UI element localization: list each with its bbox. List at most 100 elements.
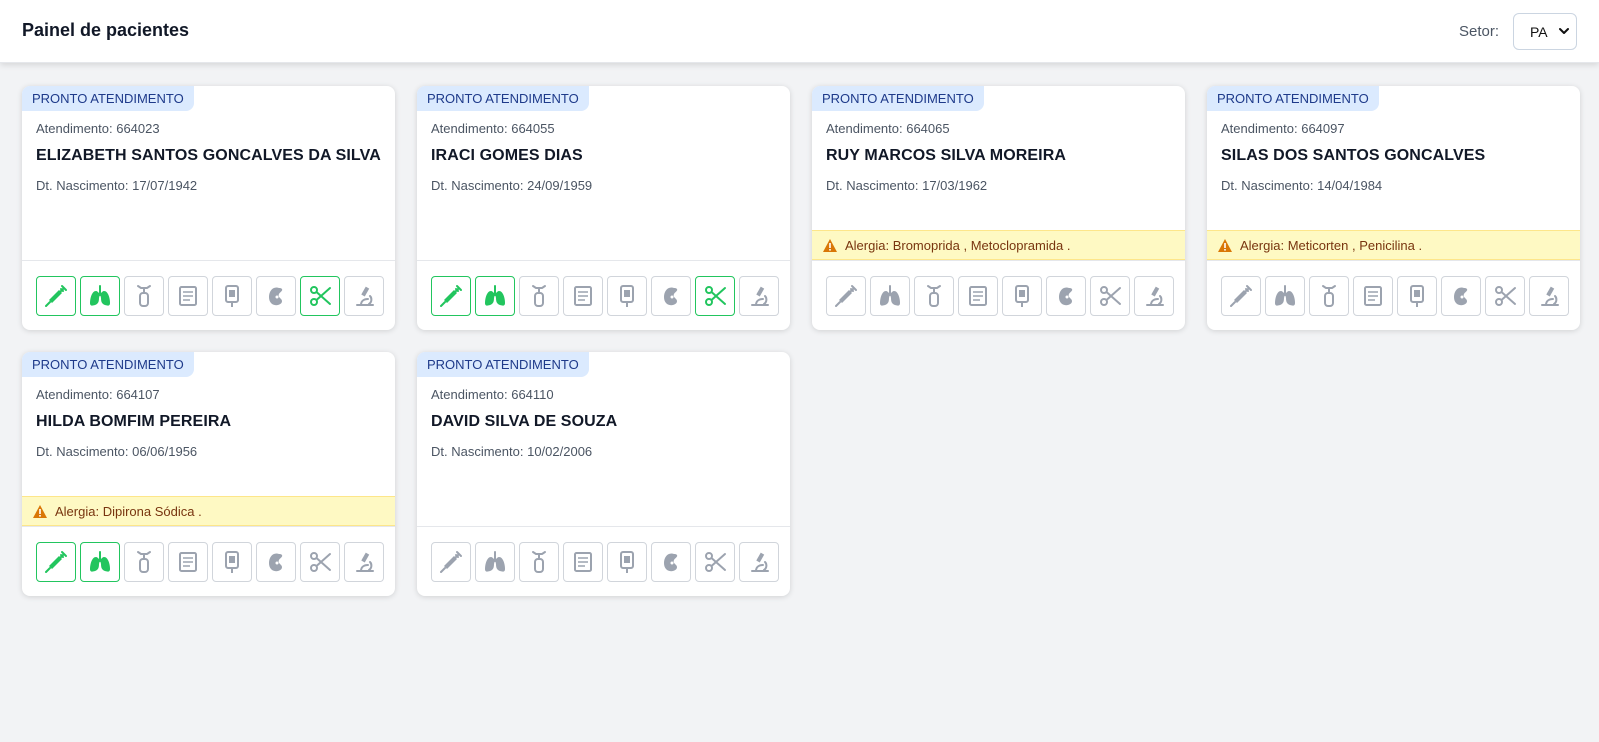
iv-bag-icon: [620, 285, 634, 307]
microscope-indicator[interactable]: [1529, 276, 1569, 316]
card-divider: [22, 526, 395, 527]
allergy-banner: Alergia: Dipirona Sódica .: [22, 496, 395, 526]
patient-name: ELIZABETH SANTOS GONCALVES DA SILVA: [36, 147, 381, 164]
sector-badge: PRONTO ATENDIMENTO: [22, 352, 194, 377]
microscope-indicator[interactable]: [739, 542, 779, 582]
oxygen-indicator[interactable]: [914, 276, 954, 316]
oxygen-indicator[interactable]: [519, 276, 559, 316]
syringe-indicator[interactable]: [431, 542, 471, 582]
lungs-indicator[interactable]: [80, 276, 120, 316]
iv-bag-indicator[interactable]: [212, 542, 252, 582]
kidney-indicator[interactable]: [651, 542, 691, 582]
patient-card[interactable]: PRONTO ATENDIMENTO Atendimento: 664065 RUY…: [812, 86, 1185, 330]
oxygen-indicator[interactable]: [1309, 276, 1349, 316]
kidney-indicator[interactable]: [1441, 276, 1481, 316]
iv-bag-indicator[interactable]: [212, 276, 252, 316]
syringe-indicator[interactable]: [826, 276, 866, 316]
oxygen-indicator[interactable]: [124, 276, 164, 316]
syringe-indicator[interactable]: [36, 542, 76, 582]
allergy-text: Alergia: Bromoprida , Metoclopramida .: [845, 237, 1071, 253]
syringe-icon: [1230, 285, 1252, 307]
kidney-icon: [1059, 287, 1073, 306]
scissors-indicator[interactable]: [300, 542, 340, 582]
lungs-indicator[interactable]: [870, 276, 910, 316]
document-icon: [179, 286, 197, 306]
scissors-icon: [1495, 286, 1516, 306]
kidney-icon: [269, 553, 283, 572]
document-icon: [179, 552, 197, 572]
scissors-icon: [705, 552, 726, 572]
attendance-number: Atendimento: 664110: [431, 387, 554, 402]
lungs-indicator[interactable]: [475, 542, 515, 582]
document-indicator[interactable]: [168, 276, 208, 316]
lungs-indicator[interactable]: [475, 276, 515, 316]
document-indicator[interactable]: [563, 542, 603, 582]
iv-bag-icon: [620, 551, 634, 573]
attendance-number: Atendimento: 664097: [1221, 121, 1345, 136]
microscope-indicator[interactable]: [739, 276, 779, 316]
lungs-indicator[interactable]: [1265, 276, 1305, 316]
birth-date: Dt. Nascimento: 24/09/1959: [431, 178, 593, 193]
patient-grid: PRONTO ATENDIMENTO Atendimento: 664023 ELI…: [22, 86, 1580, 596]
syringe-icon: [45, 551, 67, 573]
allergy-banner: Alergia: Meticorten , Penicilina .: [1207, 230, 1580, 260]
lungs-icon: [90, 551, 110, 572]
document-icon: [574, 286, 592, 306]
scissors-indicator[interactable]: [1090, 276, 1130, 316]
kidney-indicator[interactable]: [651, 276, 691, 316]
iv-bag-icon: [1410, 285, 1424, 307]
microscope-indicator[interactable]: [344, 542, 384, 582]
syringe-indicator[interactable]: [431, 276, 471, 316]
card-divider: [1207, 260, 1580, 261]
kidney-indicator[interactable]: [256, 276, 296, 316]
sector-label: Setor:: [1458, 23, 1499, 40]
patient-card[interactable]: PRONTO ATENDIMENTO Atendimento: 664023 ELI…: [22, 86, 395, 330]
iv-bag-indicator[interactable]: [1397, 276, 1437, 316]
oxygen-indicator[interactable]: [519, 542, 559, 582]
scissors-icon: [1100, 286, 1121, 306]
iv-bag-indicator[interactable]: [607, 542, 647, 582]
birth-date: Dt. Nascimento: 17/03/1962: [826, 178, 988, 193]
lungs-icon: [485, 285, 505, 306]
lungs-indicator[interactable]: [80, 542, 120, 582]
syringe-icon: [835, 285, 857, 307]
scissors-indicator[interactable]: [300, 276, 340, 316]
patient-name: SILAS DOS SANTOS GONCALVES: [1221, 147, 1486, 164]
scissors-indicator[interactable]: [695, 542, 735, 582]
document-indicator[interactable]: [1353, 276, 1393, 316]
oxygen-indicator[interactable]: [124, 542, 164, 582]
scissors-indicator[interactable]: [695, 276, 735, 316]
document-indicator[interactable]: [958, 276, 998, 316]
scissors-indicator[interactable]: [1485, 276, 1525, 316]
patient-card[interactable]: PRONTO ATENDIMENTO Atendimento: 664055 IRA…: [417, 86, 790, 330]
microscope-indicator[interactable]: [1134, 276, 1174, 316]
oxygen-icon: [532, 551, 546, 573]
sector-badge: PRONTO ATENDIMENTO: [417, 86, 589, 111]
attendance-number: Atendimento: 664023: [36, 121, 160, 136]
allergy-text: Alergia: Dipirona Sódica .: [55, 503, 202, 519]
kidney-indicator[interactable]: [256, 542, 296, 582]
syringe-indicator[interactable]: [36, 276, 76, 316]
patient-card[interactable]: PRONTO ATENDIMENTO Atendimento: 664097 SIL…: [1207, 86, 1580, 330]
kidney-indicator[interactable]: [1046, 276, 1086, 316]
card-divider: [417, 260, 790, 261]
document-indicator[interactable]: [168, 542, 208, 582]
iv-bag-indicator[interactable]: [607, 276, 647, 316]
microscope-icon: [356, 286, 374, 306]
sector-badge: PRONTO ATENDIMENTO: [812, 86, 984, 111]
sector-select[interactable]: PA: [1513, 13, 1577, 50]
patient-name: RUY MARCOS SILVA MOREIRA: [826, 147, 1067, 164]
syringe-indicator[interactable]: [1221, 276, 1261, 316]
patient-name: IRACI GOMES DIAS: [431, 147, 583, 164]
birth-date: Dt. Nascimento: 10/02/2006: [431, 444, 593, 459]
patient-card[interactable]: PRONTO ATENDIMENTO Atendimento: 664107 HIL…: [22, 352, 395, 596]
patient-card[interactable]: PRONTO ATENDIMENTO Atendimento: 664110 DAV…: [417, 352, 790, 596]
oxygen-icon: [137, 285, 151, 307]
iv-bag-icon: [225, 551, 239, 573]
microscope-icon: [1541, 286, 1559, 306]
kidney-icon: [269, 287, 283, 306]
document-indicator[interactable]: [563, 276, 603, 316]
lungs-icon: [485, 551, 505, 572]
microscope-indicator[interactable]: [344, 276, 384, 316]
iv-bag-indicator[interactable]: [1002, 276, 1042, 316]
